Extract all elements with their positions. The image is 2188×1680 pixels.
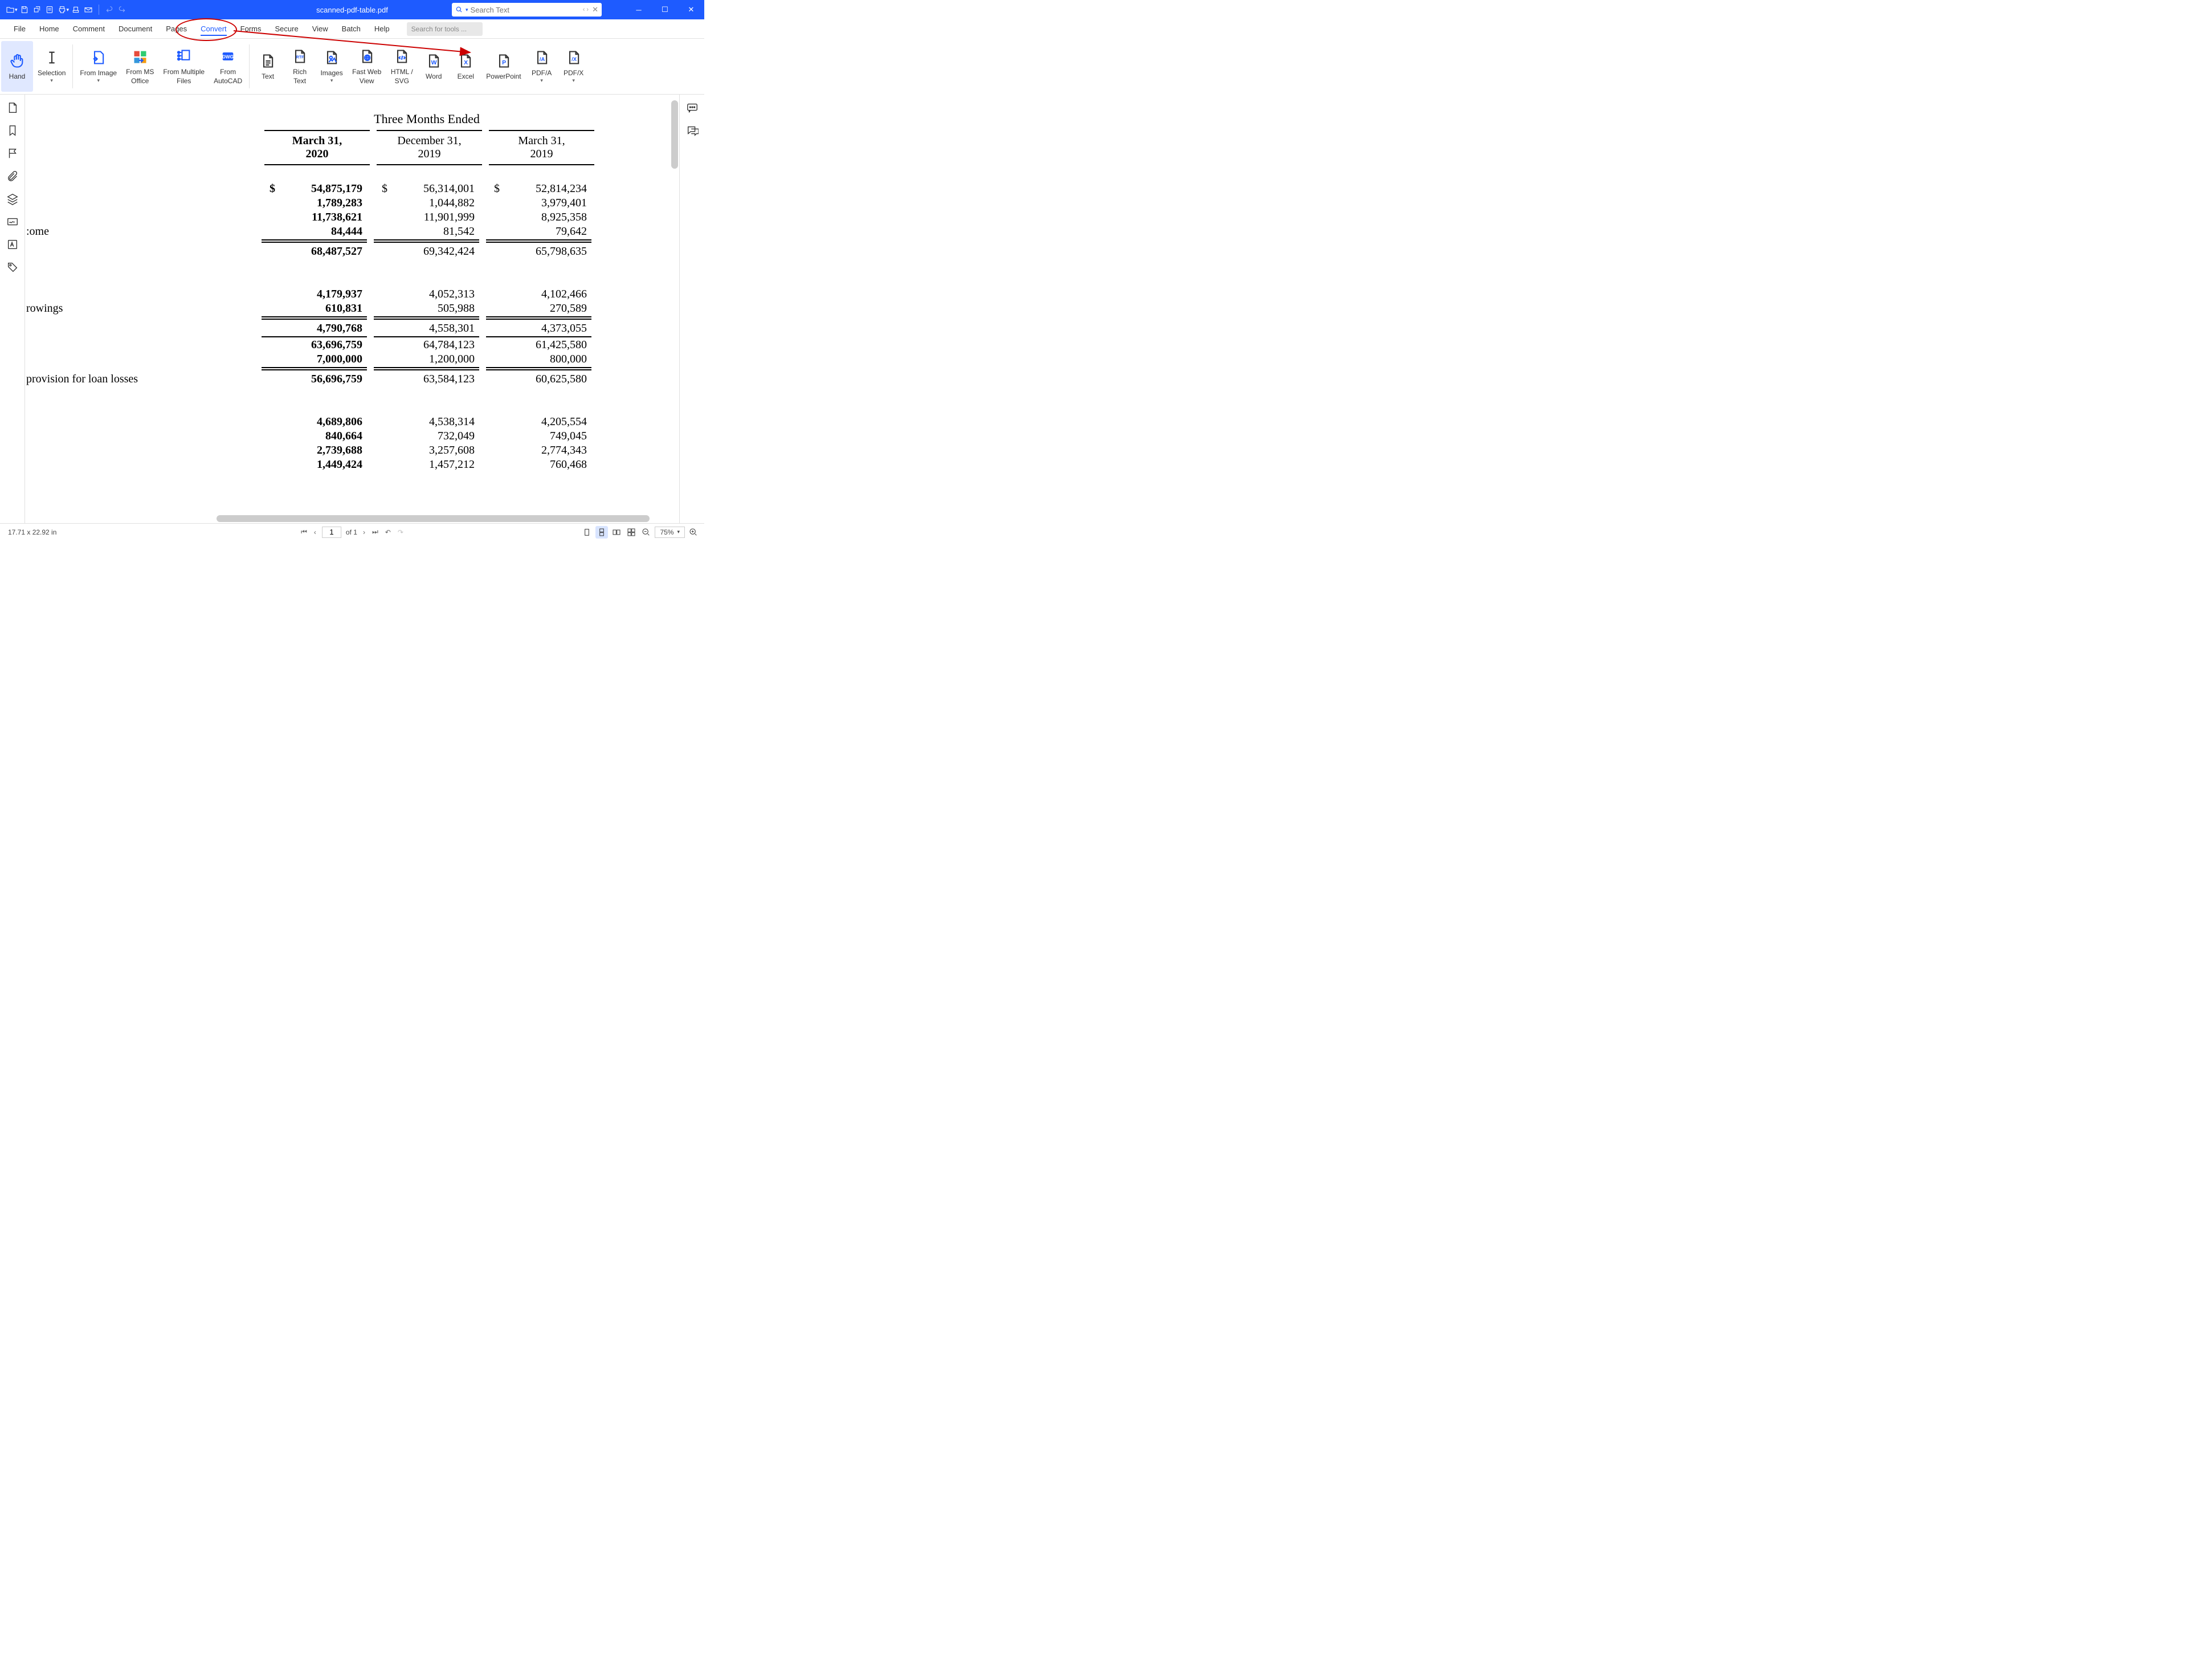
next-view-button[interactable]: ↷	[397, 528, 405, 536]
menu-batch[interactable]: Batch	[335, 20, 368, 38]
ribbon-fast-web-view-button[interactable]: Fast WebView	[348, 41, 386, 92]
ribbon-word-button[interactable]: WWord	[418, 41, 450, 92]
ribbon-pdf-x-button[interactable]: /XPDF/X▾	[558, 41, 590, 92]
comment-icon[interactable]	[686, 101, 699, 114]
zoom-level[interactable]: 75%▾	[655, 527, 685, 538]
ribbon-from-image-button[interactable]: From Image▾	[75, 41, 121, 92]
svg-text:P: P	[502, 59, 506, 66]
titlebar-search[interactable]: ▾ ‹ › ✕	[452, 3, 602, 17]
metadata-icon[interactable]	[44, 4, 55, 15]
next-page-button[interactable]: ›	[362, 528, 366, 536]
ribbon-pdf-a-button[interactable]: /APDF/A▾	[526, 41, 558, 92]
ribbon-images-button[interactable]: Images▾	[316, 41, 348, 92]
svg-text:RTF: RTF	[296, 55, 304, 59]
undo-icon[interactable]	[104, 4, 115, 15]
left-sidebar	[0, 95, 25, 523]
tool-search[interactable]: Search for tools ...	[407, 22, 483, 36]
menu-file[interactable]: File	[7, 20, 32, 38]
attachment-icon[interactable]	[6, 170, 19, 182]
search-close-icon[interactable]: ✕	[592, 5, 598, 14]
signature-icon[interactable]	[6, 215, 19, 228]
ocr-icon[interactable]	[6, 238, 19, 251]
scan-icon[interactable]	[70, 4, 81, 15]
prev-page-button[interactable]: ‹	[313, 528, 317, 536]
document-table: Three Months EndedMarch 31,2020December …	[25, 112, 601, 472]
ribbon-hand-button[interactable]: Hand	[1, 41, 33, 92]
right-sidebar	[679, 95, 704, 523]
zoom-out-icon[interactable]	[640, 526, 652, 539]
overlay-icon[interactable]	[31, 4, 43, 15]
prev-view-button[interactable]: ↶	[384, 528, 392, 536]
svg-text:X: X	[464, 59, 468, 66]
continuous-page-icon[interactable]	[595, 526, 608, 539]
search-input[interactable]	[471, 6, 581, 14]
maximize-button[interactable]: ☐	[652, 0, 678, 19]
ribbon: HandSelection▾From Image▾From MSOfficeFr…	[0, 39, 704, 95]
menu-document[interactable]: Document	[112, 20, 159, 38]
menu-view[interactable]: View	[305, 20, 335, 38]
ribbon-selection-button[interactable]: Selection▾	[33, 41, 70, 92]
ribbon-from-multiple-files-button[interactable]: From MultipleFiles	[158, 41, 209, 92]
tags-icon[interactable]	[6, 261, 19, 274]
page-total: of 1	[346, 528, 357, 536]
ribbon-html-svg-button[interactable]: HTML /SVG	[386, 41, 418, 92]
ribbon-excel-button[interactable]: XExcel	[450, 41, 481, 92]
ribbon-from-autocad-button[interactable]: DWGFromAutoCAD	[209, 41, 247, 92]
chat-icon[interactable]	[686, 124, 699, 137]
page-dimensions: 17.71 x 22.92 in	[0, 528, 56, 536]
two-page-icon[interactable]	[610, 526, 623, 539]
flag-icon[interactable]	[6, 147, 19, 160]
redo-icon[interactable]	[116, 4, 128, 15]
single-page-icon[interactable]	[581, 526, 593, 539]
print-icon[interactable]	[56, 4, 68, 15]
open-icon[interactable]	[5, 4, 16, 15]
ribbon-powerpoint-button[interactable]: PPowerPoint	[481, 41, 525, 92]
titlebar: ▾ ▾ scanned-pdf-table.pdf ▾ ‹ › ✕ ─ ☐ ✕	[0, 0, 704, 19]
window-title: scanned-pdf-table.pdf	[316, 6, 388, 14]
document-viewport[interactable]: Three Months EndedMarch 31,2020December …	[25, 95, 679, 523]
bookmark-icon[interactable]	[6, 124, 19, 137]
mail-icon[interactable]	[83, 4, 94, 15]
close-button[interactable]: ✕	[678, 0, 704, 19]
ribbon-text-button[interactable]: Text	[252, 41, 284, 92]
layers-icon[interactable]	[6, 193, 19, 205]
svg-text:DWG: DWG	[222, 54, 234, 59]
zoom-in-icon[interactable]	[687, 526, 700, 539]
vertical-scrollbar[interactable]	[671, 100, 678, 169]
menu-secure[interactable]: Secure	[268, 20, 305, 38]
page-number-input[interactable]	[322, 527, 341, 538]
menu-convert[interactable]: Convert	[194, 20, 234, 38]
menu-comment[interactable]: Comment	[66, 20, 112, 38]
menu-forms[interactable]: Forms	[234, 20, 268, 38]
svg-text:/A: /A	[540, 56, 545, 62]
menu-home[interactable]: Home	[32, 20, 66, 38]
page-icon[interactable]	[6, 101, 19, 114]
svg-text:W: W	[431, 59, 437, 66]
menubar: FileHomeCommentDocumentPagesConvertForms…	[0, 19, 704, 39]
ribbon-from-ms-office-button[interactable]: From MSOffice	[121, 41, 158, 92]
first-page-button[interactable]: ⏮	[300, 528, 308, 536]
ribbon-rich-text-button[interactable]: RTFRichText	[284, 41, 316, 92]
save-icon[interactable]	[19, 4, 30, 15]
minimize-button[interactable]: ─	[626, 0, 652, 19]
last-page-button[interactable]: ⏭	[371, 528, 379, 536]
horizontal-scrollbar[interactable]	[217, 515, 650, 522]
menu-pages[interactable]: Pages	[159, 20, 194, 38]
svg-text:/X: /X	[572, 56, 577, 62]
two-continuous-icon[interactable]	[625, 526, 638, 539]
statusbar: 17.71 x 22.92 in ⏮ ‹ of 1 › ⏭ ↶ ↷ 75%▾	[0, 523, 704, 540]
menu-help[interactable]: Help	[368, 20, 397, 38]
